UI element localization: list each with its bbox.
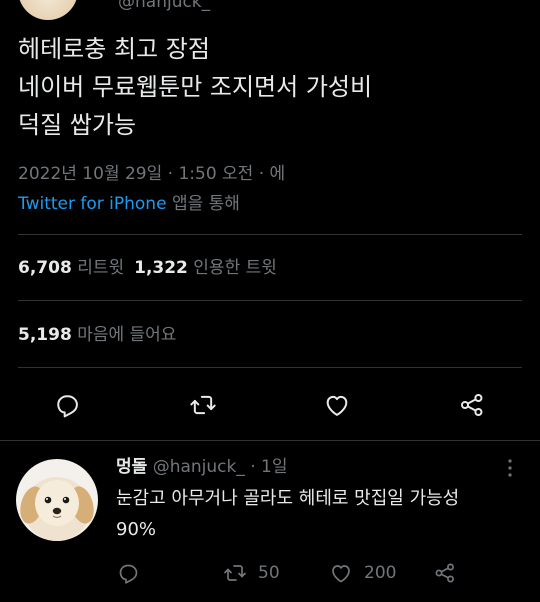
reply-author-name[interactable]: 멍돌 <box>116 457 147 477</box>
previous-tweet-header: @hanjuck_ <box>0 0 540 22</box>
like-button[interactable] <box>322 390 352 420</box>
retweets-stat[interactable]: 6,708 리트윗 <box>18 258 124 278</box>
quotes-label: 인용한 트윗 <box>193 258 277 278</box>
more-button[interactable] <box>500 455 520 481</box>
tweet-line-3: 덕질 쌉가능 <box>18 111 137 139</box>
tweet-body: 헤테로충 최고 장점 네이버 무료웹툰만 조지면서 가성비 덕질 쌉가능 <box>18 30 523 144</box>
tweet-source: Twitter for iPhone 앱을 통해 <box>18 189 240 219</box>
avatar[interactable] <box>16 459 98 541</box>
heart-icon <box>332 565 350 583</box>
share-icon <box>435 563 454 583</box>
tweet-action-bar <box>0 382 540 428</box>
share-button[interactable] <box>457 390 487 420</box>
divider <box>18 234 522 235</box>
likes-label: 마음에 들어요 <box>77 325 177 345</box>
quotes-stat[interactable]: 1,322 인용한 트윗 <box>134 258 277 278</box>
reply-handle-time[interactable]: @hanjuck_ · 1일 <box>153 457 288 477</box>
retweets-label: 리트윗 <box>77 258 125 278</box>
source-link[interactable]: Twitter for iPhone <box>18 194 167 214</box>
retweet-icon <box>224 565 246 581</box>
divider <box>0 440 540 441</box>
reply-retweet-count: 50 <box>258 563 280 583</box>
tweet-line-1: 헤테로충 최고 장점 <box>18 35 210 63</box>
reply-button[interactable] <box>52 390 82 420</box>
reply-like-button[interactable]: 200 <box>328 558 396 588</box>
reply-line-1: 눈감고 아무거나 골라도 헤테로 맛집일 가능성 <box>116 488 460 509</box>
retweet-button[interactable] <box>188 390 218 420</box>
reply-like-count: 200 <box>364 563 397 583</box>
likes-count: 5,198 <box>18 325 72 345</box>
source-suffix: 앱을 통해 <box>166 194 240 214</box>
puppy-avatar-icon <box>16 459 98 541</box>
previous-handle[interactable]: @hanjuck_ <box>118 0 210 12</box>
divider <box>18 367 522 368</box>
tweet-line-2: 네이버 무료웹툰만 조지면서 가성비 <box>18 73 373 101</box>
previous-avatar[interactable] <box>18 0 78 20</box>
quotes-count: 1,322 <box>134 258 188 278</box>
reply-share-button[interactable] <box>432 558 468 588</box>
divider <box>18 300 522 301</box>
reply-line-2: 90% <box>116 519 157 540</box>
retweet-icon <box>190 395 216 415</box>
reply-header: 멍돌 @hanjuck_ · 1일 <box>116 452 288 482</box>
reply-reply-button[interactable] <box>116 558 150 588</box>
stats-row-retweets: 6,708 리트윗 1,322 인용한 트윗 <box>18 253 277 283</box>
reply-icon <box>119 564 138 584</box>
share-icon <box>460 393 483 417</box>
heart-icon <box>326 395 348 416</box>
retweets-count: 6,708 <box>18 258 72 278</box>
reply-action-bar: 50 200 <box>0 556 540 590</box>
reply-icon <box>57 395 78 418</box>
tweet-timestamp[interactable]: 2022년 10월 29일 · 1:50 오전 · 에 <box>18 159 285 189</box>
stats-row-likes[interactable]: 5,198 마음에 들어요 <box>18 320 176 350</box>
reply-body: 눈감고 아무거나 골라도 헤테로 맛집일 가능성 90% <box>116 483 531 545</box>
more-vertical-icon <box>508 459 512 477</box>
reply-retweet-button[interactable]: 50 <box>222 558 280 588</box>
